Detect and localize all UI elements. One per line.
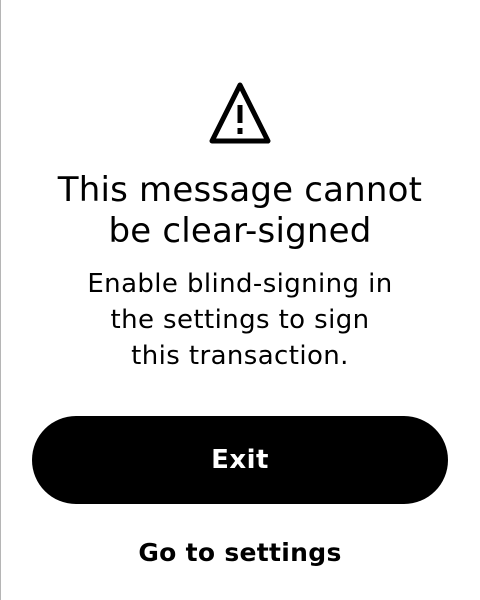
screen-left-border xyxy=(0,0,1,600)
blind-signing-warning-screen: This message cannot be clear-signed Enab… xyxy=(0,0,480,600)
warning-description: Enable blind-signing in the settings to … xyxy=(40,266,440,374)
warning-description-line-1: Enable blind-signing in xyxy=(87,269,393,299)
warning-title: This message cannot be clear-signed xyxy=(40,170,440,252)
warning-description-line-3: this transaction. xyxy=(131,341,349,371)
warning-triangle-icon xyxy=(209,82,271,144)
warning-title-line-2: be clear-signed xyxy=(108,211,372,251)
warning-description-line-2: the settings to sign xyxy=(110,305,370,335)
warning-title-line-1: This message cannot xyxy=(57,170,423,210)
exit-button[interactable]: Exit xyxy=(32,416,448,504)
go-to-settings-button[interactable]: Go to settings xyxy=(80,530,400,574)
